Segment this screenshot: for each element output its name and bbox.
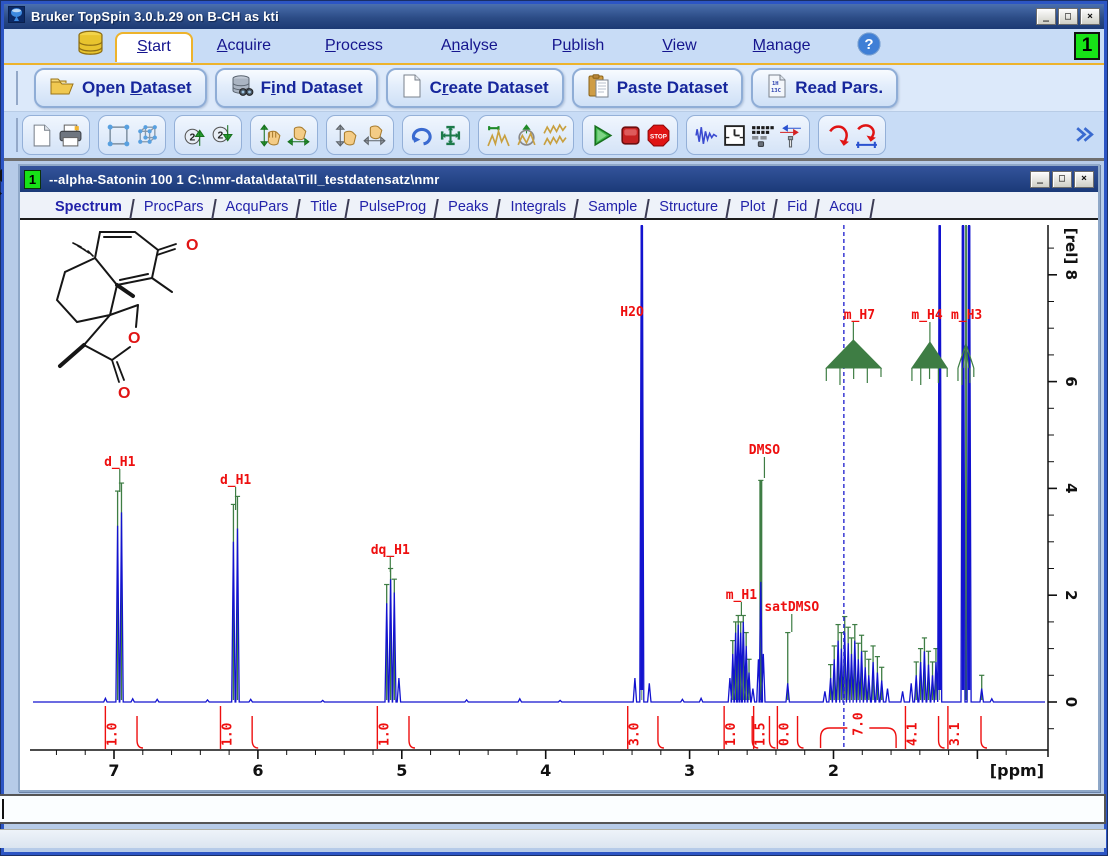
dataset-maximize-button[interactable]: □ [1052, 171, 1072, 188]
expand-vertical-2-icon[interactable]: 2 [180, 119, 208, 151]
tab-acqu[interactable]: Acqu [818, 196, 873, 218]
halt-icon[interactable] [616, 119, 644, 151]
tab-structure[interactable]: Structure [648, 196, 729, 218]
open-dataset-button[interactable]: Open Dataset [34, 68, 207, 108]
read-parameters-icon: 1H13C [766, 74, 788, 103]
menu-start[interactable]: Start [115, 32, 193, 62]
menu-publish[interactable]: Publish [546, 35, 610, 57]
calibrate-axis-icon[interactable] [484, 119, 512, 151]
menu-manage[interactable]: Manage [747, 35, 817, 57]
undo-zoom-icon[interactable] [408, 119, 436, 151]
spectrum-plot-area[interactable] [20, 220, 1098, 790]
print-icon[interactable] [56, 119, 84, 151]
paste-icon [587, 74, 610, 103]
tab-sample[interactable]: Sample [577, 196, 648, 218]
stop-icon[interactable]: STOP [644, 119, 672, 151]
tab-procpars[interactable]: ProcPars [133, 196, 215, 218]
workspace-badge[interactable]: 1 [1074, 32, 1100, 60]
svg-text:?: ? [864, 36, 873, 53]
new-document-icon [401, 74, 423, 103]
folder-open-icon [49, 75, 75, 102]
shrink-vertical-2-icon[interactable]: 2 [208, 119, 236, 151]
zoom-hand-rotate-icon[interactable] [284, 119, 312, 151]
command-line-input[interactable] [0, 796, 1104, 822]
svg-text:2: 2 [189, 132, 195, 143]
svg-text:STOP: STOP [650, 133, 667, 140]
dataset-badge: 1 [24, 170, 41, 189]
find-dataset-button[interactable]: Find Dataset [215, 68, 378, 108]
dataset-title-bar[interactable]: 1 --alpha-Satonin 100 1 C:\nmr-data\data… [20, 166, 1098, 192]
svg-text:2: 2 [217, 130, 223, 141]
icon-toolbar: 2 2 STOP [4, 112, 1104, 161]
svg-text:13C: 13C [771, 88, 781, 94]
menu-analyse[interactable]: Analyse [435, 35, 504, 57]
status-bar [0, 829, 1106, 848]
reset-zoom-icon[interactable] [436, 119, 464, 151]
tab-pulseprog[interactable]: PulseProg [348, 196, 437, 218]
2d-display-icon[interactable] [104, 119, 132, 151]
toolbar-grip-2[interactable] [16, 118, 18, 152]
bsms-panel-icon[interactable] [748, 119, 776, 151]
dataset-title: --alpha-Satonin 100 1 C:\nmr-data\data\T… [49, 172, 1022, 187]
tab-integrals[interactable]: Integrals [499, 196, 577, 218]
acquisition-time-icon[interactable] [720, 119, 748, 151]
help-icon[interactable]: ? [857, 32, 881, 61]
new-dataset-icon[interactable] [28, 119, 56, 151]
minimize-button[interactable]: _ [1036, 8, 1056, 25]
close-button[interactable]: × [1080, 8, 1100, 25]
window-title: Bruker TopSpin 3.0.b.29 on B-CH as kti [31, 9, 1030, 24]
dataset-tabs: Spectrum ProcPars AcquPars Title PulsePr… [20, 192, 1098, 220]
tab-plot[interactable]: Plot [729, 196, 776, 218]
main-area: 1 --alpha-Satonin 100 1 C:\nmr-data\data… [4, 161, 1104, 852]
toolbar-grip[interactable] [16, 71, 18, 105]
lock-display-icon[interactable] [776, 119, 804, 151]
database-icon[interactable] [74, 30, 107, 63]
topspin-logo-icon [8, 6, 25, 28]
sweep-icon[interactable] [824, 119, 852, 151]
find-dataset-icon [230, 74, 254, 103]
pan-horizontal-icon[interactable] [360, 119, 388, 151]
command-line[interactable] [0, 794, 1106, 824]
panel-splitter-arrows[interactable] [0, 165, 5, 205]
pan-vertical-icon[interactable] [332, 119, 360, 151]
menu-bar: Start Acquire Process Analyse Publish Vi… [4, 29, 1104, 65]
maximize-button[interactable]: □ [1058, 8, 1078, 25]
tab-fid[interactable]: Fid [776, 196, 818, 218]
read-pars-button[interactable]: 1H13C Read Pars. [751, 68, 898, 108]
fid-icon[interactable] [692, 119, 720, 151]
sweep-baseline-icon[interactable] [852, 119, 880, 151]
tab-spectrum[interactable]: Spectrum [44, 196, 133, 218]
create-dataset-button[interactable]: Create Dataset [386, 68, 564, 108]
menu-acquire[interactable]: Acquire [211, 35, 277, 57]
dataset-window: 1 --alpha-Satonin 100 1 C:\nmr-data\data… [18, 164, 1100, 792]
dataset-close-button[interactable]: × [1074, 171, 1094, 188]
multiple-display-icon[interactable] [540, 119, 568, 151]
title-bar[interactable]: Bruker TopSpin 3.0.b.29 on B-CH as kti _… [4, 4, 1104, 29]
double-chevron-icon[interactable] [1070, 119, 1098, 151]
tab-title[interactable]: Title [299, 196, 348, 218]
topspin-window: Bruker TopSpin 3.0.b.29 on B-CH as kti _… [0, 0, 1108, 856]
tab-peaks[interactable]: Peaks [437, 196, 499, 218]
run-icon[interactable] [588, 119, 616, 151]
menu-process[interactable]: Process [319, 35, 389, 57]
dataset-toolbar: Open Dataset Find Dataset Create Dataset… [4, 65, 1104, 112]
zoom-hand-vertical-icon[interactable] [256, 119, 284, 151]
paste-dataset-button[interactable]: Paste Dataset [572, 68, 744, 108]
svg-text:1H: 1H [772, 81, 779, 87]
menu-view[interactable]: View [656, 35, 702, 57]
peak-picking-icon[interactable] [512, 119, 540, 151]
tab-acqupars[interactable]: AcquPars [215, 196, 300, 218]
dataset-minimize-button[interactable]: _ [1030, 171, 1050, 188]
3d-display-icon[interactable] [132, 119, 160, 151]
